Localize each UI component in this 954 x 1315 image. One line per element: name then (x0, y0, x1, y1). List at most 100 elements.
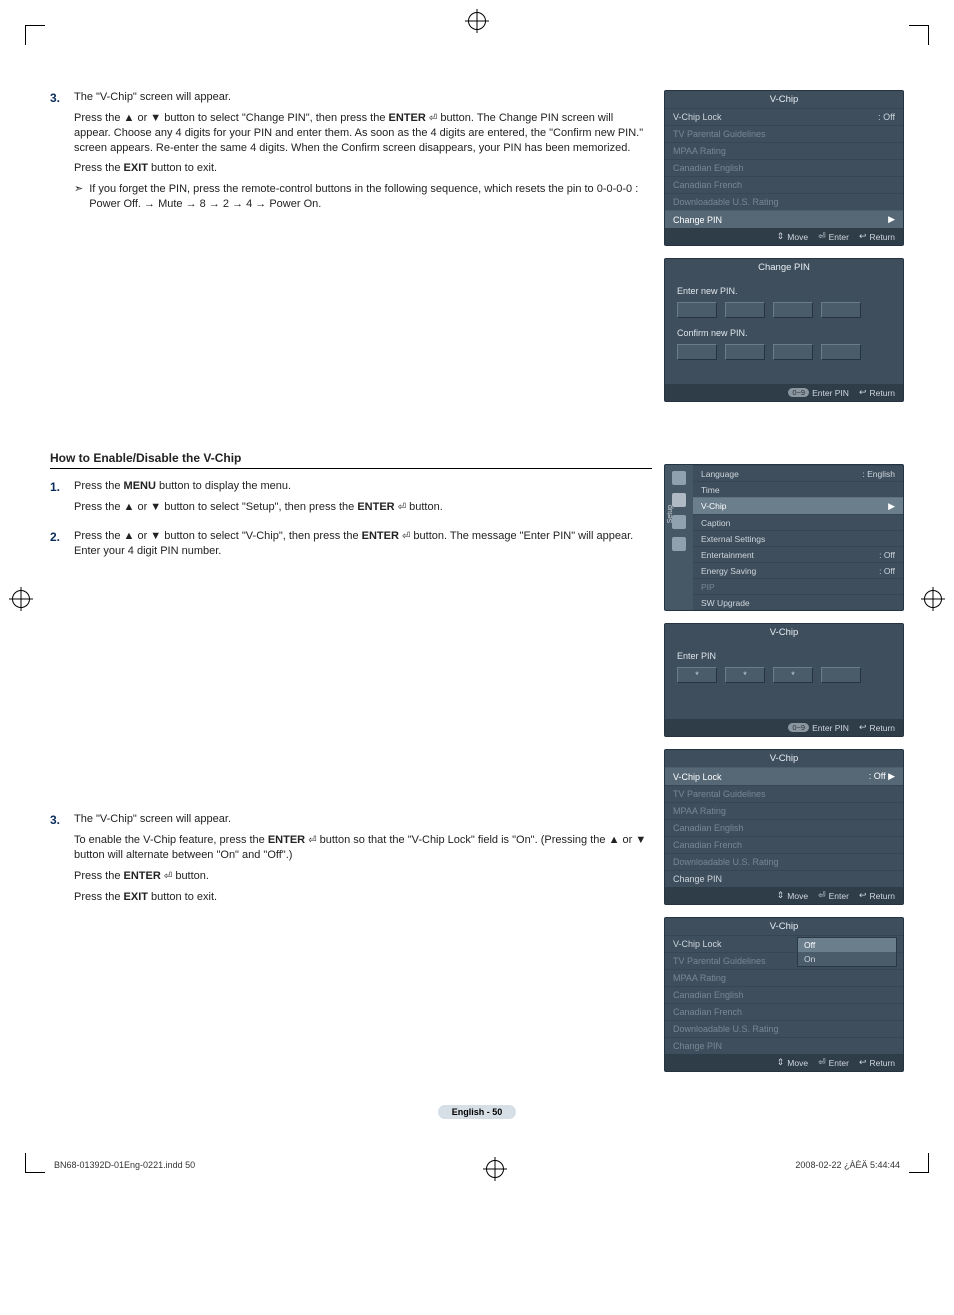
menu-item-label: Canadian French (673, 180, 742, 190)
menu-item-label: SW Upgrade (701, 598, 750, 608)
osd-title: Change PIN (665, 259, 903, 276)
return-icon: ↩ (859, 722, 867, 733)
menu-item-label: Canadian French (673, 840, 742, 850)
menu-item[interactable]: MPAA Rating (665, 142, 903, 159)
osd-column: V-Chip V-Chip Lock: OffTV Parental Guide… (664, 90, 904, 1084)
menu-item[interactable]: External Settings (693, 530, 903, 546)
note-icon: ➣ (74, 182, 83, 212)
menu-item[interactable]: Downloadable U.S. Rating (665, 1020, 903, 1037)
menu-item[interactable]: MPAA Rating (665, 802, 903, 819)
pin-input-row (677, 344, 891, 360)
menu-item[interactable]: Canadian French (665, 176, 903, 193)
menu-item[interactable]: Canadian English (665, 986, 903, 1003)
menu-item-label: External Settings (701, 534, 765, 544)
note: ➣ If you forget the PIN, press the remot… (74, 182, 652, 212)
osd-sidebar (665, 465, 693, 610)
step-3b: 3. The "V-Chip" screen will appear. To e… (50, 812, 652, 910)
osd-vchip-menu-dropdown: V-Chip V-Chip Lock:TV Parental Guideline… (664, 917, 904, 1072)
menu-item[interactable]: MPAA Rating (665, 969, 903, 986)
menu-item-label: MPAA Rating (673, 806, 726, 816)
sidebar-icon[interactable] (672, 515, 686, 529)
step-text: Press the ▲ or ▼ button to select "Setup… (74, 500, 652, 515)
menu-item[interactable]: Canadian French (665, 836, 903, 853)
step-number: 3. (50, 90, 64, 212)
sidebar-icon[interactable] (672, 493, 686, 507)
menu-item[interactable]: TV Parental Guidelines (665, 125, 903, 142)
menu-item-label: PIP (701, 582, 715, 592)
dropdown-popup: Off On (797, 937, 897, 967)
pin-digit[interactable] (725, 344, 765, 360)
meta-left: BN68-01392D-01Eng-0221.indd 50 (54, 1160, 195, 1178)
pin-digit[interactable] (677, 302, 717, 318)
menu-item[interactable]: Energy Saving: Off (693, 562, 903, 578)
pin-digit[interactable] (725, 302, 765, 318)
menu-item[interactable]: V-Chip Lock : Off (665, 108, 903, 125)
menu-item[interactable]: PIP (693, 578, 903, 594)
dropdown-option[interactable]: Off (798, 938, 896, 952)
menu-item-label: TV Parental Guidelines (673, 956, 766, 966)
step-text: Press the ▲ or ▼ button to select "V-Chi… (74, 529, 652, 559)
pin-digit[interactable] (773, 344, 813, 360)
section-title: How to Enable/Disable the V-Chip (50, 450, 652, 469)
menu-item[interactable]: Entertainment : Off (693, 546, 903, 562)
pin-label: Enter new PIN. (677, 286, 891, 296)
menu-item-label: V-Chip Lock (673, 112, 722, 122)
pin-input-row (677, 302, 891, 318)
menu-item[interactable]: Downloadable U.S. Rating (665, 193, 903, 210)
menu-item-label: TV Parental Guidelines (673, 129, 766, 139)
menu-item[interactable]: TV Parental Guidelines (665, 785, 903, 802)
pin-digit[interactable] (821, 344, 861, 360)
enter-icon: ⏎ (429, 112, 437, 126)
page-footer: English - 50 (50, 1102, 904, 1120)
menu-item-label: Energy Saving (701, 566, 756, 576)
menu-item[interactable]: Change PIN ▶ (665, 210, 903, 228)
page-number-pill: English - 50 (438, 1105, 517, 1119)
enter-icon: ⏎ (818, 231, 826, 242)
menu-item[interactable]: Time (693, 481, 903, 497)
pin-digit[interactable] (725, 667, 765, 683)
osd-footer: ⇕Move ⏎Enter ↩Return (665, 1054, 903, 1071)
menu-item-label: Entertainment (701, 550, 754, 560)
step-number: 2. (50, 529, 64, 565)
sidebar-icon[interactable] (672, 537, 686, 551)
pin-digit[interactable] (821, 302, 861, 318)
osd-vchip-menu: V-Chip V-Chip Lock: OffTV Parental Guide… (664, 90, 904, 246)
pin-digit[interactable] (677, 344, 717, 360)
menu-item[interactable]: Language : English (693, 465, 903, 481)
menu-item[interactable]: V-Chip Lock : Off ▶ (665, 767, 903, 785)
menu-item[interactable]: Change PIN (665, 1037, 903, 1054)
return-icon: ↩ (859, 387, 867, 398)
menu-item[interactable]: Canadian English (665, 159, 903, 176)
enter-icon: ⏎ (818, 1057, 826, 1068)
menu-item[interactable]: Caption (693, 514, 903, 530)
menu-item[interactable]: V-Chip ▶ (693, 497, 903, 514)
sidebar-icon[interactable] (672, 471, 686, 485)
menu-item-value: ▶ (888, 501, 895, 512)
osd-footer: ⇕Move ⏎Enter ↩Return (665, 228, 903, 245)
menu-item-label: Canadian English (673, 990, 744, 1000)
pin-digit[interactable] (821, 667, 861, 683)
menu-item-value: : Off ▶ (869, 771, 895, 782)
enter-icon: ⏎ (818, 890, 826, 901)
print-metadata: BN68-01392D-01Eng-0221.indd 50 2008-02-2… (50, 1160, 904, 1178)
setup-tab-label: Setup (667, 505, 674, 523)
menu-item[interactable]: Downloadable U.S. Rating (665, 853, 903, 870)
menu-item-label: Canadian English (673, 823, 744, 833)
pin-digit[interactable] (677, 667, 717, 683)
menu-item[interactable]: Canadian French (665, 1003, 903, 1020)
pin-digit[interactable] (773, 667, 813, 683)
menu-item-value: : Off (878, 112, 895, 122)
menu-item-value: : English (862, 469, 895, 479)
menu-item-label: Downloadable U.S. Rating (673, 857, 779, 867)
enter-icon: ⏎ (164, 870, 172, 884)
menu-item[interactable]: Canadian English (665, 819, 903, 836)
menu-item-value: : Off (879, 550, 895, 560)
menu-item[interactable]: Change PIN (665, 870, 903, 887)
menu-item-label: Change PIN (673, 1041, 722, 1051)
menu-item-label: Language (701, 469, 739, 479)
step-1: 1. Press the MENU button to display the … (50, 479, 652, 521)
dropdown-option[interactable]: On (798, 952, 896, 966)
menu-item[interactable]: SW Upgrade (693, 594, 903, 610)
menu-item-label: V-Chip Lock (673, 772, 722, 782)
pin-digit[interactable] (773, 302, 813, 318)
